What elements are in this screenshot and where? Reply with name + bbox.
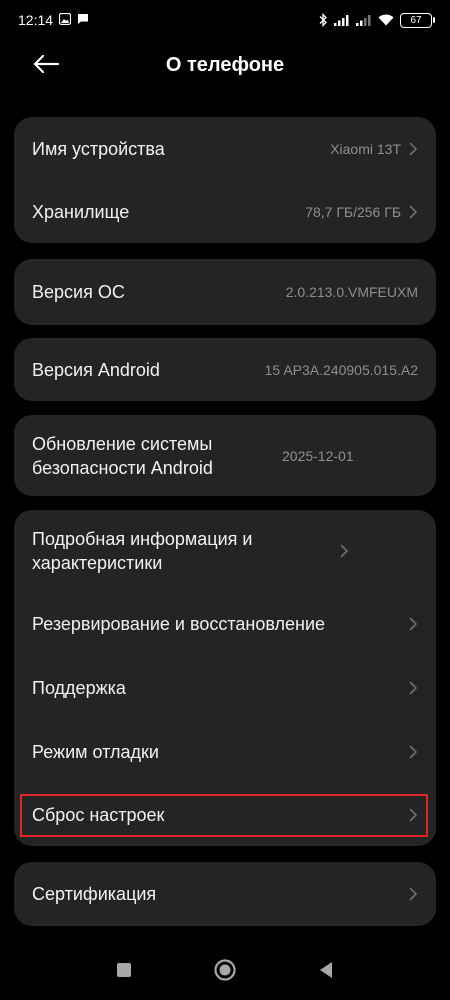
row-label: Поддержка xyxy=(32,678,126,698)
row-storage[interactable]: Хранилище 78,7 ГБ/256 ГБ xyxy=(14,180,436,243)
row-label: Резервирование и восстановление xyxy=(32,614,326,634)
row-os-version[interactable]: Версия ОС 2.0.213.0.VMFEUXM xyxy=(14,259,436,325)
chevron-right-icon xyxy=(409,808,418,822)
chevron-right-icon xyxy=(409,205,418,219)
battery-icon: 67 xyxy=(400,12,435,28)
row-label: Версия Android xyxy=(32,359,160,380)
message-icon xyxy=(77,12,89,28)
status-bar: 12:14 67 xyxy=(0,0,450,40)
chevron-right-icon xyxy=(409,745,418,759)
row-device-name[interactable]: Имя устройства Xiaomi 13T xyxy=(14,117,436,180)
device-card: Имя устройства Xiaomi 13T Хранилище 78,7… xyxy=(14,117,436,243)
chevron-right-icon xyxy=(409,142,418,156)
row-label: Имя устройства xyxy=(32,138,165,159)
row-value: 78,7 ГБ/256 ГБ xyxy=(305,203,401,220)
row-label: Сертификация xyxy=(32,884,157,904)
image-icon xyxy=(58,12,72,28)
row-detailed-info[interactable]: Подробная информация и характеристики xyxy=(14,510,436,592)
row-label: Режим отладки xyxy=(32,742,159,762)
row-label: Подробная информация и характеристики xyxy=(32,529,253,573)
chevron-right-icon xyxy=(409,887,418,901)
header: О телефоне xyxy=(0,40,450,96)
row-certification[interactable]: Сертификация xyxy=(14,862,436,926)
recents-button[interactable] xyxy=(112,960,136,984)
status-right: 67 xyxy=(318,12,435,28)
wifi-icon xyxy=(378,14,394,26)
row-debug-mode[interactable]: Режим отладки xyxy=(14,720,436,784)
row-backup-restore[interactable]: Резервирование и восстановление xyxy=(14,592,436,656)
row-value: 2.0.213.0.VMFEUXM xyxy=(285,284,418,300)
nav-back-button[interactable] xyxy=(314,960,338,984)
certification-card: Сертификация xyxy=(14,862,436,926)
row-label: Хранилище xyxy=(32,201,130,222)
signal-icon xyxy=(334,14,350,26)
back-triangle-icon xyxy=(318,961,334,984)
chevron-right-icon xyxy=(409,681,418,695)
navigation-bar xyxy=(0,944,450,1000)
status-time: 12:14 xyxy=(18,12,54,28)
chevron-right-icon xyxy=(409,617,418,631)
os-version-card: Версия ОС 2.0.213.0.VMFEUXM xyxy=(14,259,436,325)
bluetooth-icon xyxy=(318,13,328,27)
security-update-card: Обновление системы безопасности Android … xyxy=(14,415,436,496)
row-security-update[interactable]: Обновление системы безопасности Android … xyxy=(14,415,436,496)
row-support[interactable]: Поддержка xyxy=(14,656,436,720)
row-android-version[interactable]: Версия Android 15 AP3A.240905.015.A2 xyxy=(14,338,436,401)
row-label: Версия ОС xyxy=(32,282,125,302)
status-left: 12:14 xyxy=(18,12,89,28)
details-card: Подробная информация и характеристики Ре… xyxy=(14,510,436,846)
signal-icon xyxy=(356,14,372,26)
home-button[interactable] xyxy=(213,958,237,987)
recents-square-icon xyxy=(116,962,132,983)
row-value: Xiaomi 13T xyxy=(330,140,401,157)
chevron-right-icon xyxy=(340,544,349,558)
android-version-card: Версия Android 15 AP3A.240905.015.A2 xyxy=(14,338,436,401)
row-label: Сброс настроек xyxy=(32,805,165,825)
row-label: Обновление системы безопасности Android xyxy=(32,433,213,478)
page-title: О телефоне xyxy=(165,54,285,76)
home-circle-icon xyxy=(213,958,237,987)
row-factory-reset[interactable]: Сброс настроек xyxy=(14,784,436,846)
row-value: 2025-12-01 xyxy=(282,447,354,464)
row-value: 15 AP3A.240905.015.A2 xyxy=(264,361,418,378)
